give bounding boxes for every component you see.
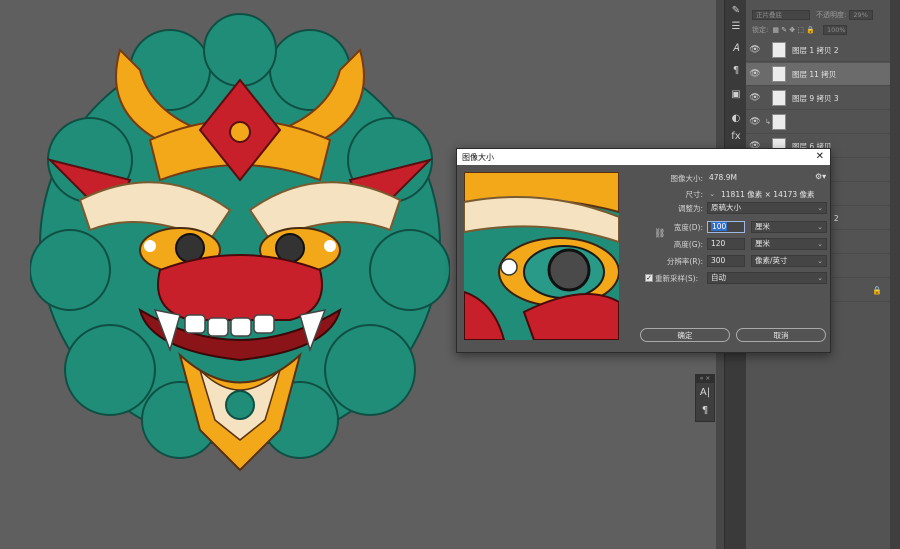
height-unit-select[interactable]: 厘米 ⌄	[751, 238, 827, 250]
visibility-eye-icon[interactable]: 👁	[746, 93, 764, 103]
clipping-mask-icon: ↳	[765, 118, 771, 126]
width-value: 100	[711, 222, 728, 231]
adjustments-icon[interactable]: ◐	[728, 110, 744, 126]
panel-edge	[890, 0, 900, 549]
layer-thumbnail[interactable]	[772, 114, 786, 130]
fit-to-select[interactable]: 原稿大小 ⌄	[707, 202, 827, 214]
chevron-down-icon: ⌄	[817, 204, 823, 212]
fill-field[interactable]: 100%	[822, 25, 847, 35]
resample-value: 自动	[711, 273, 726, 282]
fit-to-label: 调整为:	[677, 204, 703, 213]
chevron-down-icon: ⌄	[817, 223, 823, 231]
width-label: 宽度(D):	[673, 223, 703, 232]
layer-row[interactable]: 👁 图层 9 拷贝 3	[746, 87, 890, 110]
chevron-down-icon: ⌄	[817, 274, 823, 282]
resolution-input[interactable]: 300	[707, 255, 745, 267]
layer-thumbnail[interactable]	[772, 90, 786, 106]
gear-icon[interactable]: ⚙▾	[815, 172, 826, 181]
lock-row: 锁定: ▦ ✎ ✥ ⬚ 🔒 100%	[746, 23, 890, 37]
mini-character-palette[interactable]: « × A| ¶	[695, 374, 715, 422]
resolution-unit: 像素/英寸	[755, 256, 788, 265]
opacity-field[interactable]: 29%	[849, 10, 874, 20]
fit-to-value: 原稿大小	[711, 203, 741, 212]
resample-label: 重新采样(S):	[655, 274, 699, 283]
width-unit-select[interactable]: 厘米 ⌄	[751, 221, 827, 233]
layer-name[interactable]: 图层 1 拷贝 2	[792, 45, 839, 56]
blend-row: 正片叠底 不透明度: 29%	[746, 8, 890, 22]
resolution-unit-select[interactable]: 像素/英寸 ⌄	[751, 255, 827, 267]
dimensions-label: 尺寸:	[685, 190, 703, 199]
brush-settings-icon[interactable]: ✎	[728, 2, 744, 18]
dialog-title-bar[interactable]: 图像大小 ✕	[457, 149, 830, 165]
image-size-value: 478.9M	[709, 173, 737, 182]
layer-name[interactable]: 图层 9 拷贝 3	[792, 93, 839, 104]
lion-mask-artwork	[30, 13, 450, 472]
visibility-eye-icon[interactable]: 👁	[746, 117, 764, 127]
lock-icons[interactable]: ▦ ✎ ✥ ⬚ 🔒	[772, 26, 815, 34]
photoshop-window: { "layers_panel": { "blend_mode": "正片叠底"…	[0, 0, 900, 549]
layer-row[interactable]: 👁 ↳	[746, 111, 890, 134]
cancel-button[interactable]: 取消	[736, 328, 826, 342]
character-icon[interactable]: 𝐴	[728, 40, 744, 56]
character-panel-icon[interactable]: A|	[696, 383, 714, 401]
chevron-down-icon: ⌄	[817, 257, 823, 265]
layer-thumbnail[interactable]	[772, 66, 786, 82]
resample-checkbox[interactable]: ✓	[645, 274, 653, 282]
lock-icon: 🔒	[872, 285, 882, 295]
layer-name[interactable]: 图层 11 拷贝	[792, 69, 836, 80]
close-icon[interactable]: ✕	[816, 151, 824, 162]
adjust-sliders-icon[interactable]: ☰	[728, 18, 744, 34]
fx-styles-icon[interactable]: fx	[728, 128, 744, 144]
height-unit: 厘米	[755, 239, 770, 248]
layer-row[interactable]: 👁 图层 11 拷贝	[746, 63, 890, 86]
blend-mode-select[interactable]: 正片叠底	[752, 10, 810, 20]
lock-label: 锁定:	[752, 26, 769, 34]
image-panel-icon[interactable]: ▣	[728, 86, 744, 102]
height-input[interactable]: 120	[707, 238, 745, 250]
preview-artwork	[464, 172, 619, 340]
visibility-eye-icon[interactable]: 👁	[746, 45, 764, 55]
layer-row[interactable]: 👁 图层 1 拷贝 2	[746, 39, 890, 62]
width-unit: 厘米	[755, 222, 770, 231]
image-preview[interactable]	[464, 172, 619, 340]
mini-palette-header[interactable]: « ×	[696, 375, 714, 383]
opacity-label: 不透明度:	[816, 11, 847, 19]
visibility-eye-icon[interactable]: 👁	[746, 69, 764, 79]
dialog-title: 图像大小	[462, 152, 494, 162]
chevron-down-icon: ⌄	[817, 240, 823, 248]
paragraph-icon[interactable]: ¶	[728, 62, 744, 78]
resample-select[interactable]: 自动 ⌄	[707, 272, 827, 284]
image-size-dialog: 图像大小 ✕ 图像大小: 478.9M ⚙▾ 尺寸: ⌄ 11811 像素 × …	[456, 148, 831, 353]
layer-thumbnail[interactable]	[772, 42, 786, 58]
ok-button[interactable]: 确定	[640, 328, 730, 342]
image-size-label: 图像大小:	[670, 174, 703, 183]
resolution-label: 分辨率(R):	[666, 257, 703, 266]
width-input[interactable]: 100	[707, 221, 745, 233]
dimensions-dropdown-icon[interactable]: ⌄	[709, 189, 715, 198]
dimensions-value: 11811 像素 × 14173 像素	[721, 190, 815, 199]
paragraph-panel-icon[interactable]: ¶	[696, 401, 714, 419]
height-label: 高度(G):	[673, 240, 703, 249]
